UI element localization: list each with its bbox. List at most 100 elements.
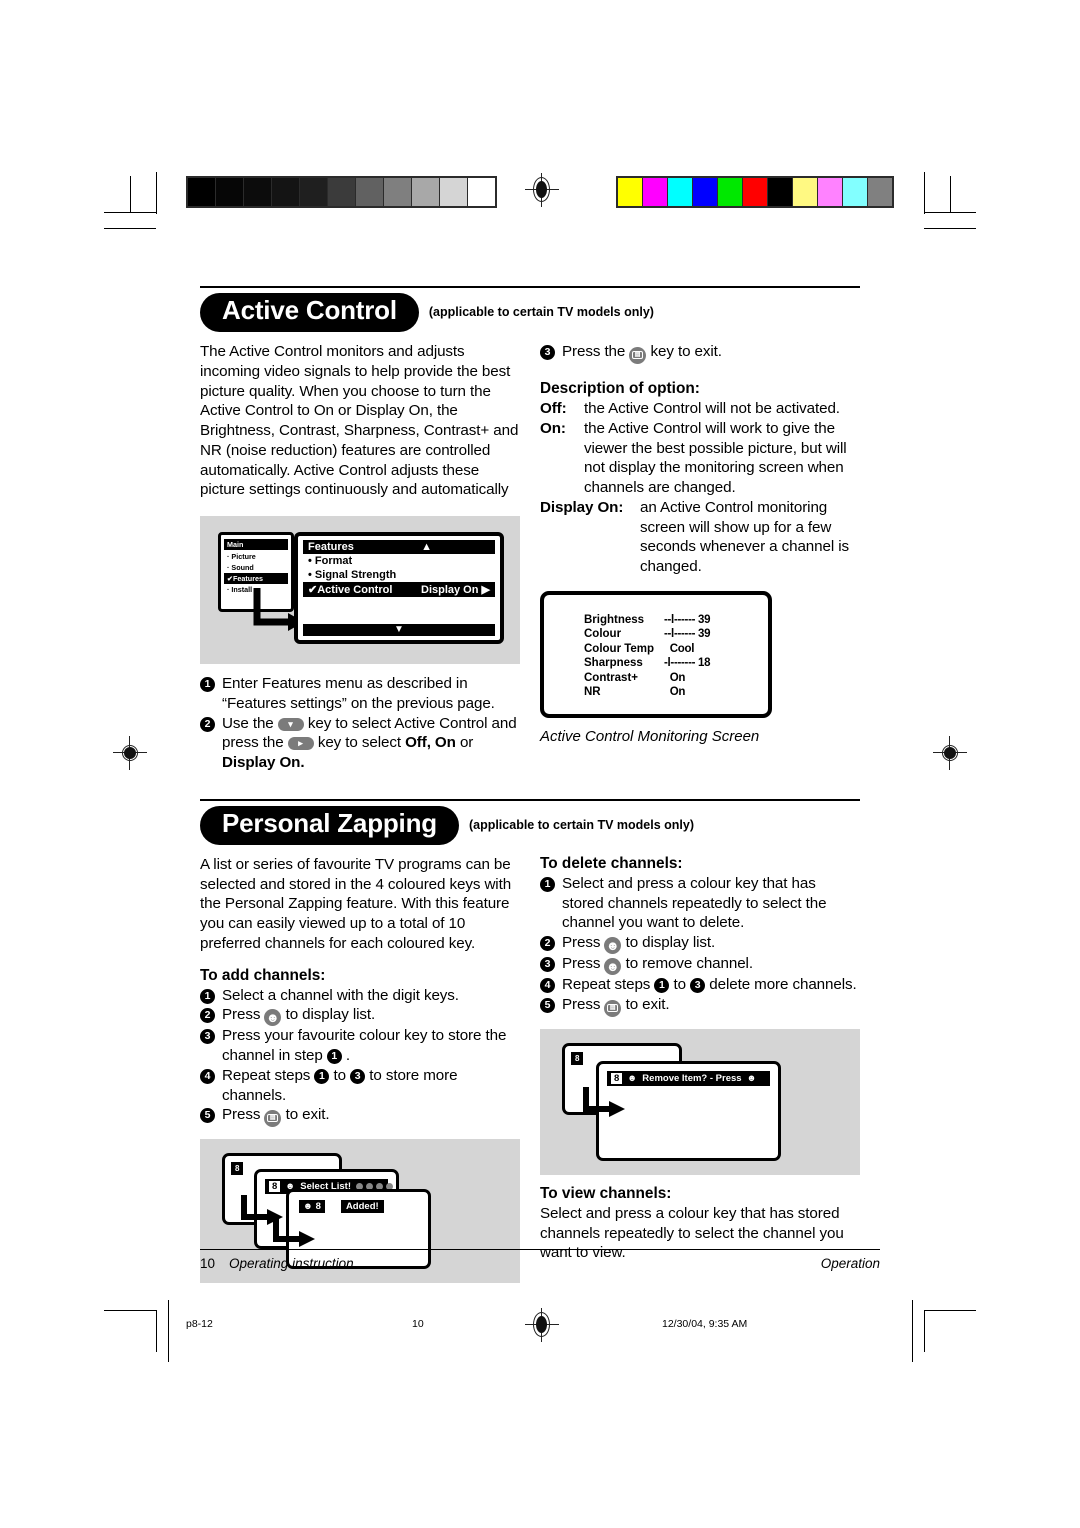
monitor-row-label: Colour [584, 628, 622, 641]
grayscale-calibration-bar [186, 176, 497, 208]
step-item: 2 Press ☻ to display list. [200, 1005, 520, 1027]
channel-number-badge: 8 [269, 1181, 281, 1193]
step-text-part: to exit. [281, 1106, 330, 1124]
tv-features-row-label: Format [314, 555, 353, 567]
color-swatch-4 [718, 178, 742, 206]
channel-number-badge: 8 [571, 1051, 584, 1065]
step-text-part: delete more channels. [705, 976, 857, 993]
monitor-row-value: --l------ 39 [664, 613, 711, 626]
crop-mark-tr-h [924, 212, 976, 213]
registration-target-right [933, 736, 967, 770]
section-note-personal-zapping: (applicable to certain TV models only) [468, 817, 694, 832]
monitor-row: Sharpness -l------- 18 [544, 656, 768, 671]
tv-features-panel-header: Features ▲ [303, 540, 495, 554]
flow-arrow-icon [583, 1086, 625, 1117]
step-text-part: . [341, 1047, 351, 1064]
smiley-key-icon[interactable]: ☻ [604, 937, 622, 954]
tv-features-row-active-control: ✔Active Control Display On ▶ [303, 582, 495, 597]
menu-key-icon[interactable]: ▤ [629, 347, 647, 364]
option-description: an Active Control monitoring screen will… [640, 498, 850, 575]
bullet-icon: · [227, 585, 230, 594]
step-item: 2 Press ☻ to display list. [540, 933, 860, 954]
active-control-intro: The Active Control monitors and adjusts … [200, 343, 519, 499]
channel-number-badge: 8 [231, 1162, 244, 1176]
grayscale-swatch-3 [272, 178, 299, 206]
crop-mark-bl-v2 [168, 1300, 169, 1362]
tv-main-menu-label: Picture [231, 552, 256, 561]
registration-target-left [113, 736, 147, 770]
color-swatch-6 [768, 178, 792, 206]
step-item: 5 Press ▤ to exit. [200, 1105, 520, 1128]
step-text-part: to [669, 976, 691, 993]
option-term: On: [540, 419, 566, 437]
smiley-key-icon[interactable]: ☻ [604, 958, 622, 975]
monitoring-screen-caption: Active Control Monitoring Screen [540, 727, 760, 745]
step-number: 5 [540, 997, 555, 1013]
step-reference: 1 [654, 978, 670, 993]
step-text: Select and press a colour key that has s… [562, 874, 827, 932]
tv-features-row-label: Signal Strength [314, 569, 397, 581]
menu-key-icon[interactable]: ▤ [264, 1110, 282, 1128]
monitor-row-value: On [664, 671, 686, 684]
step-text-part: Press your favourite colour key to store… [222, 1027, 507, 1064]
scroll-up-arrow-icon: ▲ [421, 541, 432, 553]
section-note-active-control: (applicable to certain TV models only) [428, 305, 654, 319]
tv-features-row-active-control-value: Display On ▶ [421, 584, 490, 596]
monitor-row: Colour Temp Cool [544, 642, 768, 657]
step-text-part: or [455, 734, 474, 752]
step-text-part: key to exit. [646, 343, 722, 360]
to-view-channels-heading: To view channels: [540, 1184, 672, 1202]
option-on: On: the Active Control will work to give… [540, 419, 860, 498]
step-reference: 3 [690, 978, 706, 993]
step-item: 3 Press ☻ to remove channel. [540, 954, 860, 975]
color-swatch-10 [868, 178, 892, 206]
monitor-row-value: -l------- 18 [664, 657, 711, 670]
step-item: 4 Repeat steps 1 to 3 delete more channel… [540, 975, 860, 995]
grayscale-swatch-6 [356, 178, 383, 206]
grayscale-swatch-7 [384, 178, 411, 206]
smiley-icon: ☻ [746, 1072, 757, 1084]
personal-zapping-intro: A list or series of favourite TV program… [200, 855, 512, 952]
osd-remove-item-bar: 8 ☻ Remove Item? - Press ☻ [607, 1070, 770, 1086]
smiley-key-icon[interactable]: ☻ [264, 1009, 282, 1027]
monitor-row-label: Colour Temp [584, 642, 655, 655]
step-text-part: Press [562, 955, 605, 972]
step-text-part: Press [562, 934, 605, 951]
color-swatch-7 [793, 178, 817, 206]
right-key-icon[interactable]: ▸ [287, 737, 314, 751]
print-file-name: p8-12 [186, 1318, 213, 1330]
step-number: 4 [200, 1068, 215, 1084]
crop-mark-tl-h2 [104, 228, 156, 229]
crop-mark-br-h [924, 1310, 976, 1311]
to-add-channels-heading: To add channels: [200, 966, 326, 984]
to-view-channels-text: Select and press a colour key that has s… [540, 1204, 844, 1262]
color-swatch-1 [643, 178, 667, 206]
step-number: 5 [200, 1108, 215, 1124]
menu-key-icon[interactable]: ▤ [604, 999, 622, 1017]
monitor-row: Contrast+ On [544, 671, 768, 686]
crop-mark-tl-v2 [156, 172, 157, 214]
monitor-row-label: Brightness [584, 613, 645, 626]
active-control-steps: 1 Enter Features menu as described in “Fe… [200, 674, 520, 773]
color-swatch-0 [618, 178, 642, 206]
step-text-part: to remove channel. [621, 955, 753, 972]
step-reference: 1 [314, 1068, 330, 1084]
grayscale-swatch-2 [244, 178, 271, 206]
step-number: 2 [540, 936, 555, 951]
crop-mark-tr-h2 [924, 228, 976, 229]
down-key-icon[interactable]: ▾ [277, 717, 304, 731]
tv-main-menu-item-picture: · Picture [224, 551, 288, 562]
step-item: 2 Use the ▾ key to select Active Control … [200, 714, 520, 773]
section-header-active-control: Active Control (applicable to certain TV… [200, 286, 860, 332]
step-text-part: Press the [562, 343, 630, 360]
step-text-part: Repeat steps [562, 976, 655, 993]
crop-mark-bl-h [104, 1310, 156, 1311]
step-reference: 1 [326, 1049, 342, 1064]
step-text-part: to [329, 1066, 351, 1084]
bullet-icon: · [227, 563, 230, 572]
crop-mark-tr-v [950, 176, 951, 212]
check-icon: ✔ [308, 584, 318, 596]
step-text: Enter Features menu as described in “Fea… [222, 675, 495, 712]
scroll-down-arrow-icon: ▼ [303, 624, 495, 636]
step-text-part: to exit. [621, 995, 670, 1013]
